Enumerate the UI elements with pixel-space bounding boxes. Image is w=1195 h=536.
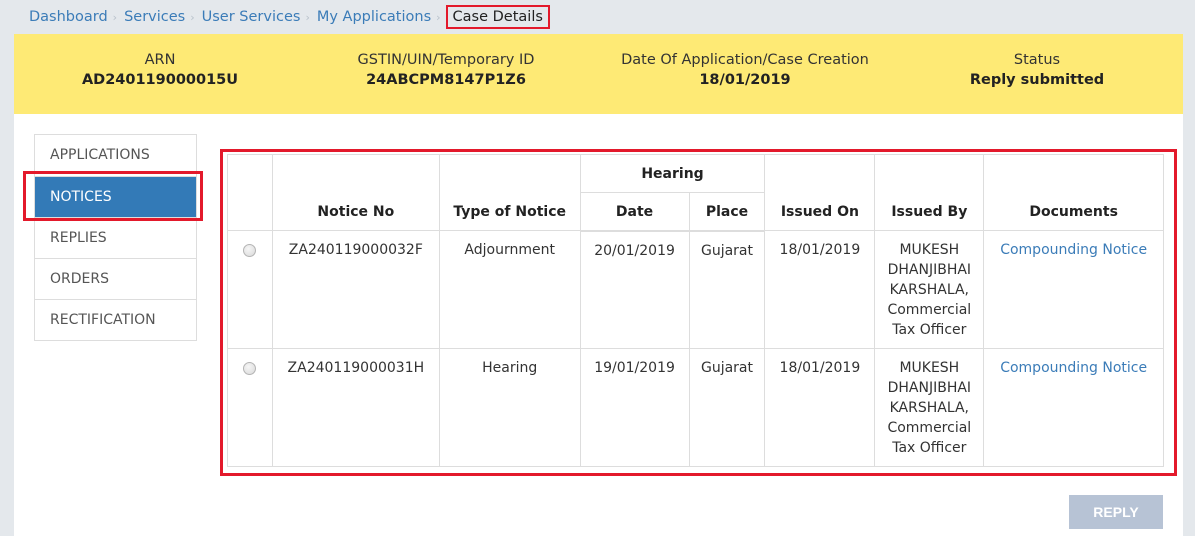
breadcrumb-user-services[interactable]: User Services bbox=[202, 9, 301, 25]
row-select-radio[interactable] bbox=[243, 362, 257, 375]
row-select-radio[interactable] bbox=[243, 244, 257, 257]
header-notice-no: Notice No bbox=[271, 154, 440, 231]
cell-notice-no: ZA240119000032F bbox=[271, 230, 440, 349]
breadcrumb-separator-icon: › bbox=[190, 10, 195, 24]
header-type-of-notice: Type of Notice bbox=[438, 154, 581, 231]
table-row: ZA240119000031H Hearing 19/01/2019 Gujar… bbox=[227, 348, 1164, 467]
row-select-cell bbox=[227, 348, 273, 467]
reply-button[interactable]: REPLY bbox=[1069, 495, 1163, 529]
header-hearing-place: Place bbox=[688, 192, 766, 232]
row-select-cell bbox=[227, 230, 273, 349]
notices-table: Notice No Type of Notice Hearing Issued … bbox=[227, 154, 1164, 467]
breadcrumb-my-applications[interactable]: My Applications bbox=[317, 9, 431, 25]
gstin-value: 24ABCPM8147P1Z6 bbox=[366, 72, 526, 88]
summary-arn: ARN AD240119000015U bbox=[82, 50, 238, 90]
summary-gstin: GSTIN/UIN/Temporary ID 24ABCPM8147P1Z6 bbox=[358, 50, 535, 90]
case-summary-bar: ARN AD240119000015U GSTIN/UIN/Temporary … bbox=[14, 34, 1183, 114]
date-label: Date Of Application/Case Creation bbox=[621, 52, 869, 68]
gstin-label: GSTIN/UIN/Temporary ID bbox=[357, 52, 535, 68]
header-documents: Documents bbox=[983, 154, 1164, 231]
breadcrumb: Dashboard › Services › User Services › M… bbox=[29, 4, 550, 30]
cell-hearing-place: Gujarat bbox=[688, 230, 766, 349]
summary-date: Date Of Application/Case Creation 18/01/… bbox=[621, 50, 869, 90]
header-issued-on: Issued On bbox=[764, 154, 876, 231]
header-issued-by: Issued By bbox=[874, 154, 985, 231]
sidenav-item-replies[interactable]: REPLIES bbox=[35, 217, 196, 258]
table-row: ZA240119000032F Adjournment 20/01/2019 G… bbox=[227, 230, 1164, 349]
sidenav-item-rectification[interactable]: RECTIFICATION bbox=[35, 299, 196, 340]
case-sidenav: APPLICATIONS NOTICES REPLIES ORDERS RECT… bbox=[34, 134, 197, 341]
breadcrumb-current: Case Details bbox=[445, 5, 550, 29]
arn-value: AD240119000015U bbox=[81, 72, 239, 88]
summary-status: Status Reply submitted bbox=[970, 50, 1104, 90]
cell-notice-no: ZA240119000031H bbox=[271, 348, 440, 467]
sidenav-item-orders[interactable]: ORDERS bbox=[35, 258, 196, 299]
cell-issued-by: MUKESH DHANJIBHAI KARSHALA, Commercial T… bbox=[874, 230, 985, 349]
select-column-header bbox=[227, 154, 273, 231]
breadcrumb-dashboard[interactable]: Dashboard bbox=[29, 9, 108, 25]
cell-type: Hearing bbox=[438, 348, 581, 467]
breadcrumb-services[interactable]: Services bbox=[124, 9, 185, 25]
cell-type: Adjournment bbox=[438, 230, 581, 349]
breadcrumb-separator-icon: › bbox=[436, 10, 441, 24]
document-link[interactable]: Compounding Notice bbox=[1000, 360, 1147, 376]
status-value: Reply submitted bbox=[969, 72, 1105, 88]
case-details-panel: ARN AD240119000015U GSTIN/UIN/Temporary … bbox=[14, 34, 1183, 536]
header-hearing-date: Date bbox=[579, 192, 690, 232]
date-value: 18/01/2019 bbox=[699, 72, 791, 88]
cell-issued-by: MUKESH DHANJIBHAI KARSHALA, Commercial T… bbox=[874, 348, 985, 467]
breadcrumb-separator-icon: › bbox=[112, 10, 118, 24]
cell-documents: Compounding Notice bbox=[983, 348, 1164, 467]
cell-hearing-date: 19/01/2019 bbox=[579, 348, 690, 467]
status-label: Status bbox=[1013, 52, 1061, 68]
header-hearing: Hearing bbox=[579, 154, 766, 193]
sidenav-item-notices[interactable]: NOTICES bbox=[35, 176, 196, 217]
cell-hearing-date: 20/01/2019 bbox=[579, 230, 690, 349]
cell-issued-on: 18/01/2019 bbox=[764, 230, 876, 349]
cell-documents: Compounding Notice bbox=[983, 230, 1164, 349]
sidenav-item-applications[interactable]: APPLICATIONS bbox=[35, 135, 196, 176]
arn-label: ARN bbox=[144, 52, 176, 68]
document-link[interactable]: Compounding Notice bbox=[1000, 242, 1147, 258]
breadcrumb-separator-icon: › bbox=[305, 10, 310, 24]
cell-issued-on: 18/01/2019 bbox=[764, 348, 876, 467]
cell-hearing-place: Gujarat bbox=[688, 348, 766, 467]
